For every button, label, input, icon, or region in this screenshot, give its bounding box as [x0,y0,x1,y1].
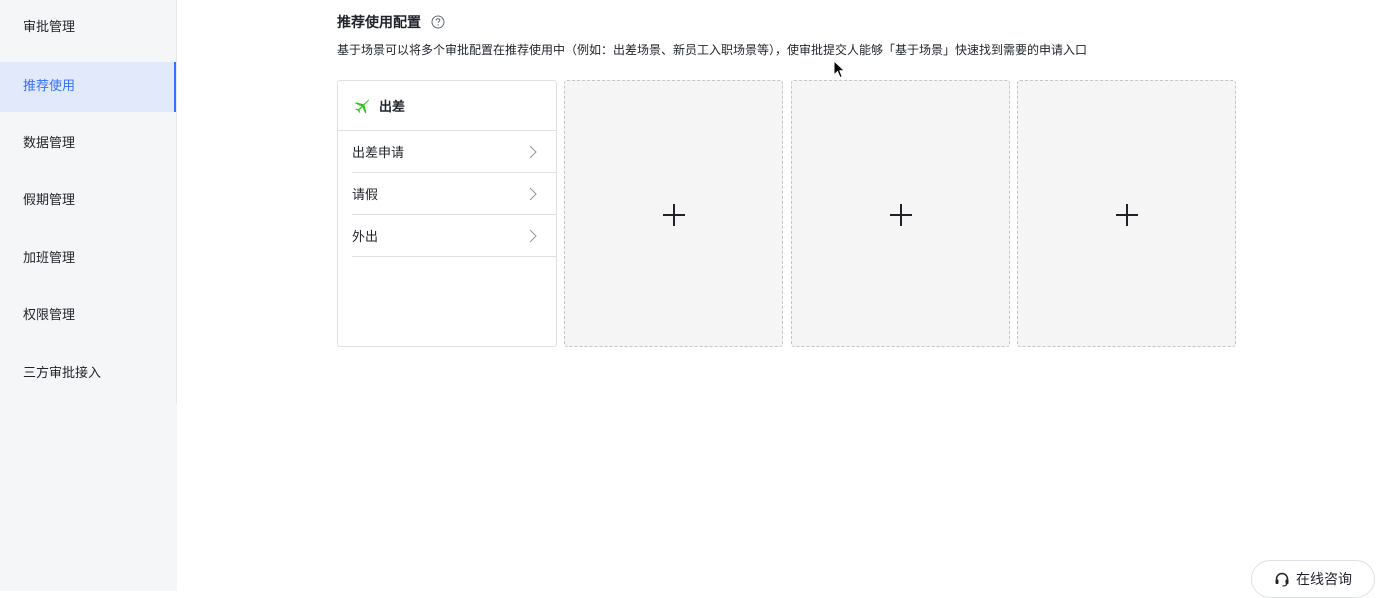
online-consult-label: 在线咨询 [1296,572,1352,588]
add-scene-slot-2[interactable] [791,80,1010,347]
add-scene-slot-3[interactable] [1017,80,1236,347]
scene-item-leave[interactable]: 请假 [352,173,557,215]
page-title: 推荐使用配置 [337,15,421,31]
chevron-right-icon [529,229,537,243]
chevron-right-icon [529,145,537,159]
sidebar-item-third-party-approval[interactable]: 三方审批接入 [0,349,177,399]
scene-item-label: 出差申请 [352,146,405,161]
sidebar-item-approval-management[interactable]: 审批管理 [0,3,177,53]
scene-item-going-out[interactable]: 外出 [352,215,557,257]
sidebar: 审批管理 推荐使用 数据管理 假期管理 加班管理 权限管理 三方审批接入 [0,0,177,591]
airplane-icon [355,99,370,113]
mouse-cursor-icon [833,60,846,79]
scene-item-label: 外出 [352,230,379,245]
sidebar-divider [176,0,177,404]
sidebar-item-data-management[interactable]: 数据管理 [0,119,177,169]
sidebar-item-overtime-management[interactable]: 加班管理 [0,234,177,284]
chevron-right-icon [529,187,537,201]
sidebar-item-permission-management[interactable]: 权限管理 [0,291,177,341]
headset-icon [1275,572,1289,587]
scene-card-title: 出差 [379,100,406,115]
scene-card-header[interactable]: 出差 [338,81,556,131]
scene-item-business-trip-request[interactable]: 出差申请 [352,131,557,173]
help-circle-icon[interactable] [431,15,445,29]
page-description: 基于场景可以将多个审批配置在推荐使用中（例如：出差场景、新员工入职场景等），使审… [337,43,1088,57]
online-consult-button[interactable]: 在线咨询 [1251,560,1375,598]
plus-icon [890,204,912,226]
add-scene-slot-1[interactable] [564,80,783,347]
plus-icon [1116,204,1138,226]
plus-icon [663,204,685,226]
sidebar-item-leave-management[interactable]: 假期管理 [0,176,177,226]
scene-card-business-trip: 出差 出差申请 请假 外出 [337,80,557,347]
scene-item-label: 请假 [352,188,379,203]
sidebar-item-recommended-use[interactable]: 推荐使用 [0,62,177,112]
